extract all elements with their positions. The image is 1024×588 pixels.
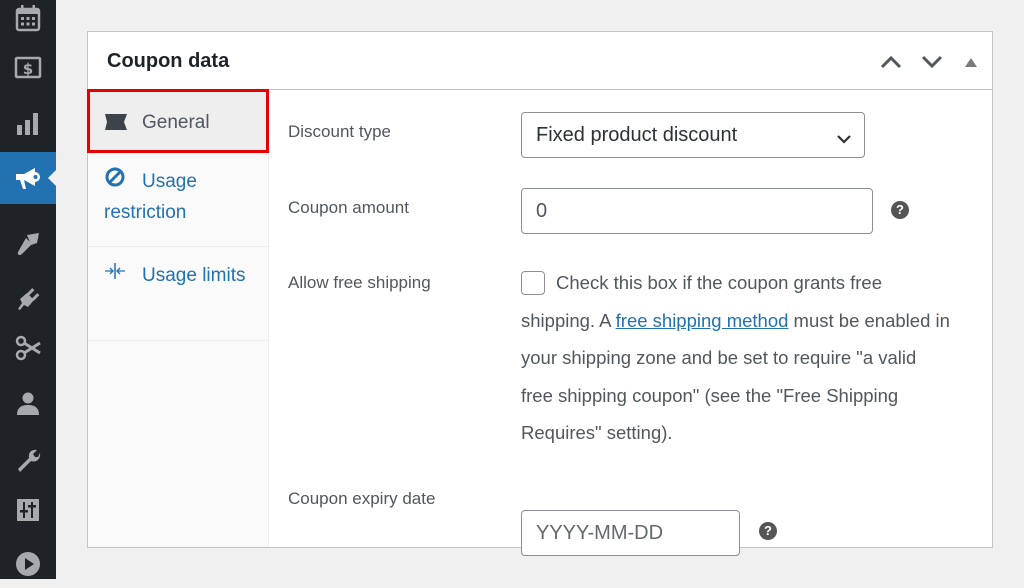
discount-type-label: Discount type [288,122,391,141]
tab-label: Usage limits [142,265,246,287]
menu-item-appearance[interactable] [0,220,56,268]
analytics-icon [17,113,38,135]
scissors-icon [15,335,41,361]
admin-sidebar: $ [0,0,56,579]
expiry-date-placeholder: YYYY-MM-DD [536,522,664,544]
free-shipping-description: Check this box if the coupon grants free… [521,264,951,452]
tab-usage-restriction[interactable]: Usage restriction [88,153,268,247]
settings-sliders-icon [17,499,39,521]
megaphone-icon [16,168,40,189]
tab-usage-limits[interactable]: Usage limits [88,247,268,341]
block-icon [104,166,130,198]
ticket-icon [104,113,128,136]
menu-item-settings[interactable] [0,486,56,534]
chevron-down-icon [836,128,852,151]
calendar-icon [15,5,41,32]
coupon-amount-input[interactable]: 0 [521,188,873,234]
tab-general[interactable]: General [87,89,269,153]
limits-icon [104,260,130,292]
menu-item-tools[interactable] [0,436,56,484]
help-icon[interactable]: ? [759,522,777,540]
coupon-amount-value: 0 [536,200,548,222]
menu-item-marketing[interactable] [0,152,56,204]
postbox-title: Coupon data [107,50,230,72]
active-indicator [48,170,56,186]
menu-item-users[interactable] [0,380,56,428]
menu-item-analytics[interactable] [0,100,56,148]
menu-item-payments[interactable]: $ [0,44,56,92]
free-shipping-label: Allow free shipping [288,273,431,292]
free-shipping-method-link[interactable]: free shipping method [616,310,789,331]
wrench-icon [18,449,41,472]
discount-type-value: Fixed product discount [536,124,738,146]
svg-text:$: $ [23,60,33,78]
expiry-date-label: Coupon expiry date [288,489,436,508]
move-down-button[interactable] [918,48,946,76]
general-panel: Discount type Fixed product discount Cou… [270,90,992,556]
expiry-date-input[interactable]: YYYY-MM-DD [521,510,740,556]
plugin-icon [18,288,40,310]
paintbrush-icon [17,233,39,256]
help-icon[interactable]: ? [891,201,909,219]
money-icon: $ [14,56,42,79]
menu-item-calendar[interactable] [0,0,56,42]
menu-item-plugins[interactable] [0,274,56,322]
menu-item-media-play[interactable] [0,540,56,588]
postbox-header: Coupon data [88,32,992,90]
tab-label: General [142,112,210,133]
user-icon [17,392,39,415]
chevron-down-icon [921,55,943,69]
triangle-up-icon [965,58,977,67]
menu-item-tools-cut[interactable] [0,324,56,372]
chevron-up-icon [880,55,902,69]
coupon-data-postbox: Coupon data General Usage restriction Us… [87,31,993,556]
coupon-amount-label: Coupon amount [288,198,409,217]
move-up-button[interactable] [877,48,905,76]
play-icon [16,552,40,576]
toggle-panel-button[interactable] [957,48,985,76]
discount-type-select[interactable]: Fixed product discount [521,112,865,158]
coupon-tabs: General Usage restriction Usage limits [87,89,269,547]
